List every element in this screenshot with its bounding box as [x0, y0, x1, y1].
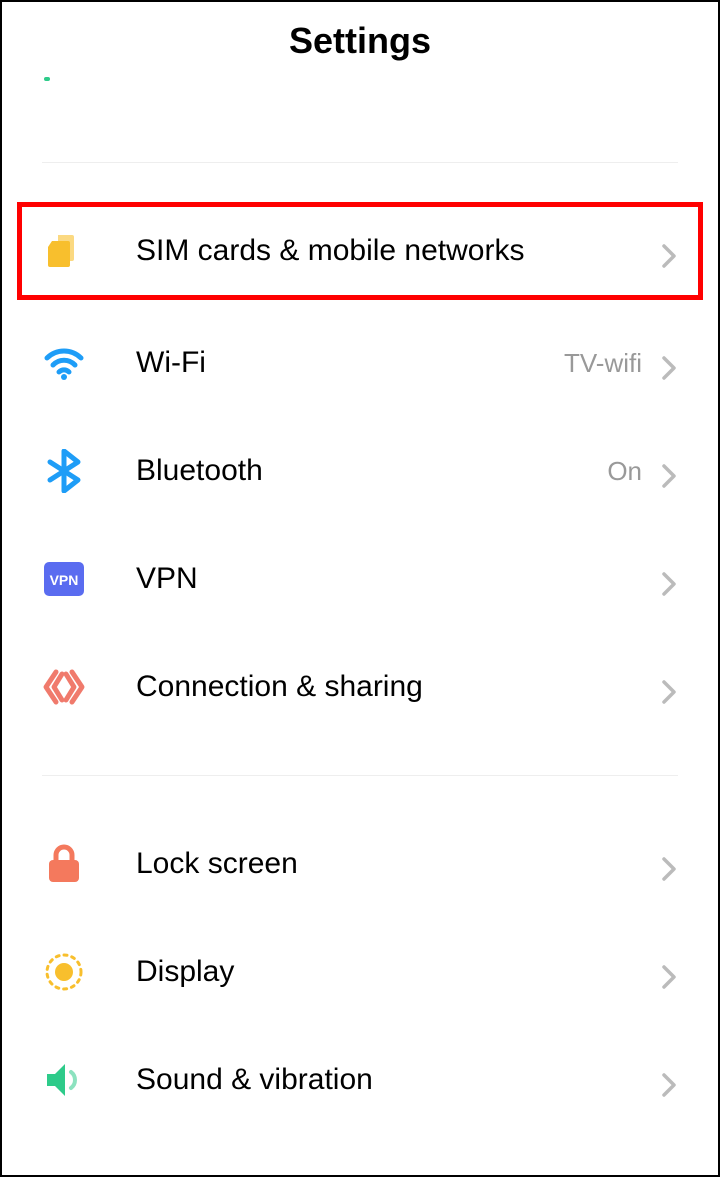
row-label: VPN — [86, 562, 660, 596]
chevron-right-icon — [660, 1071, 678, 1089]
row-lock-screen[interactable]: Lock screen — [2, 810, 718, 918]
bluetooth-icon — [42, 449, 86, 493]
row-value: On — [607, 456, 642, 487]
row-label: Lock screen — [86, 847, 660, 881]
chevron-right-icon — [660, 462, 678, 480]
chevron-right-icon — [660, 242, 678, 260]
page-title: Settings — [289, 20, 431, 61]
header: Settings — [2, 2, 718, 72]
sound-icon — [42, 1058, 86, 1102]
chevron-right-icon — [660, 963, 678, 981]
partial-icon-fragment — [44, 72, 52, 80]
svg-text:VPN: VPN — [50, 572, 79, 588]
row-label: Sound & vibration — [86, 1063, 660, 1097]
row-sim-cards[interactable]: SIM cards & mobile networks — [12, 197, 708, 305]
row-label: Display — [86, 955, 660, 989]
sim-card-icon — [42, 229, 86, 273]
row-sound-vibration[interactable]: Sound & vibration — [2, 1026, 718, 1134]
row-label: Bluetooth — [86, 454, 607, 488]
wifi-icon — [42, 341, 86, 385]
lock-icon — [42, 842, 86, 886]
chevron-right-icon — [660, 678, 678, 696]
row-connection-sharing[interactable]: Connection & sharing — [2, 633, 718, 741]
chevron-right-icon — [660, 855, 678, 873]
row-label: Wi-Fi — [86, 346, 564, 380]
row-label: SIM cards & mobile networks — [86, 234, 660, 268]
settings-list: SIM cards & mobile networks Wi-Fi TV-wif… — [2, 197, 718, 1134]
row-display[interactable]: Display — [2, 918, 718, 1026]
row-value: TV-wifi — [564, 348, 642, 379]
chevron-right-icon — [660, 354, 678, 372]
row-wifi[interactable]: Wi-Fi TV-wifi — [2, 309, 718, 417]
vpn-icon: VPN — [42, 557, 86, 601]
row-label: Connection & sharing — [86, 670, 660, 704]
row-vpn[interactable]: VPN VPN — [2, 525, 718, 633]
row-bluetooth[interactable]: Bluetooth On — [2, 417, 718, 525]
partial-previous-row — [2, 72, 718, 132]
chevron-right-icon — [660, 570, 678, 588]
connection-sharing-icon — [42, 665, 86, 709]
display-brightness-icon — [42, 950, 86, 994]
